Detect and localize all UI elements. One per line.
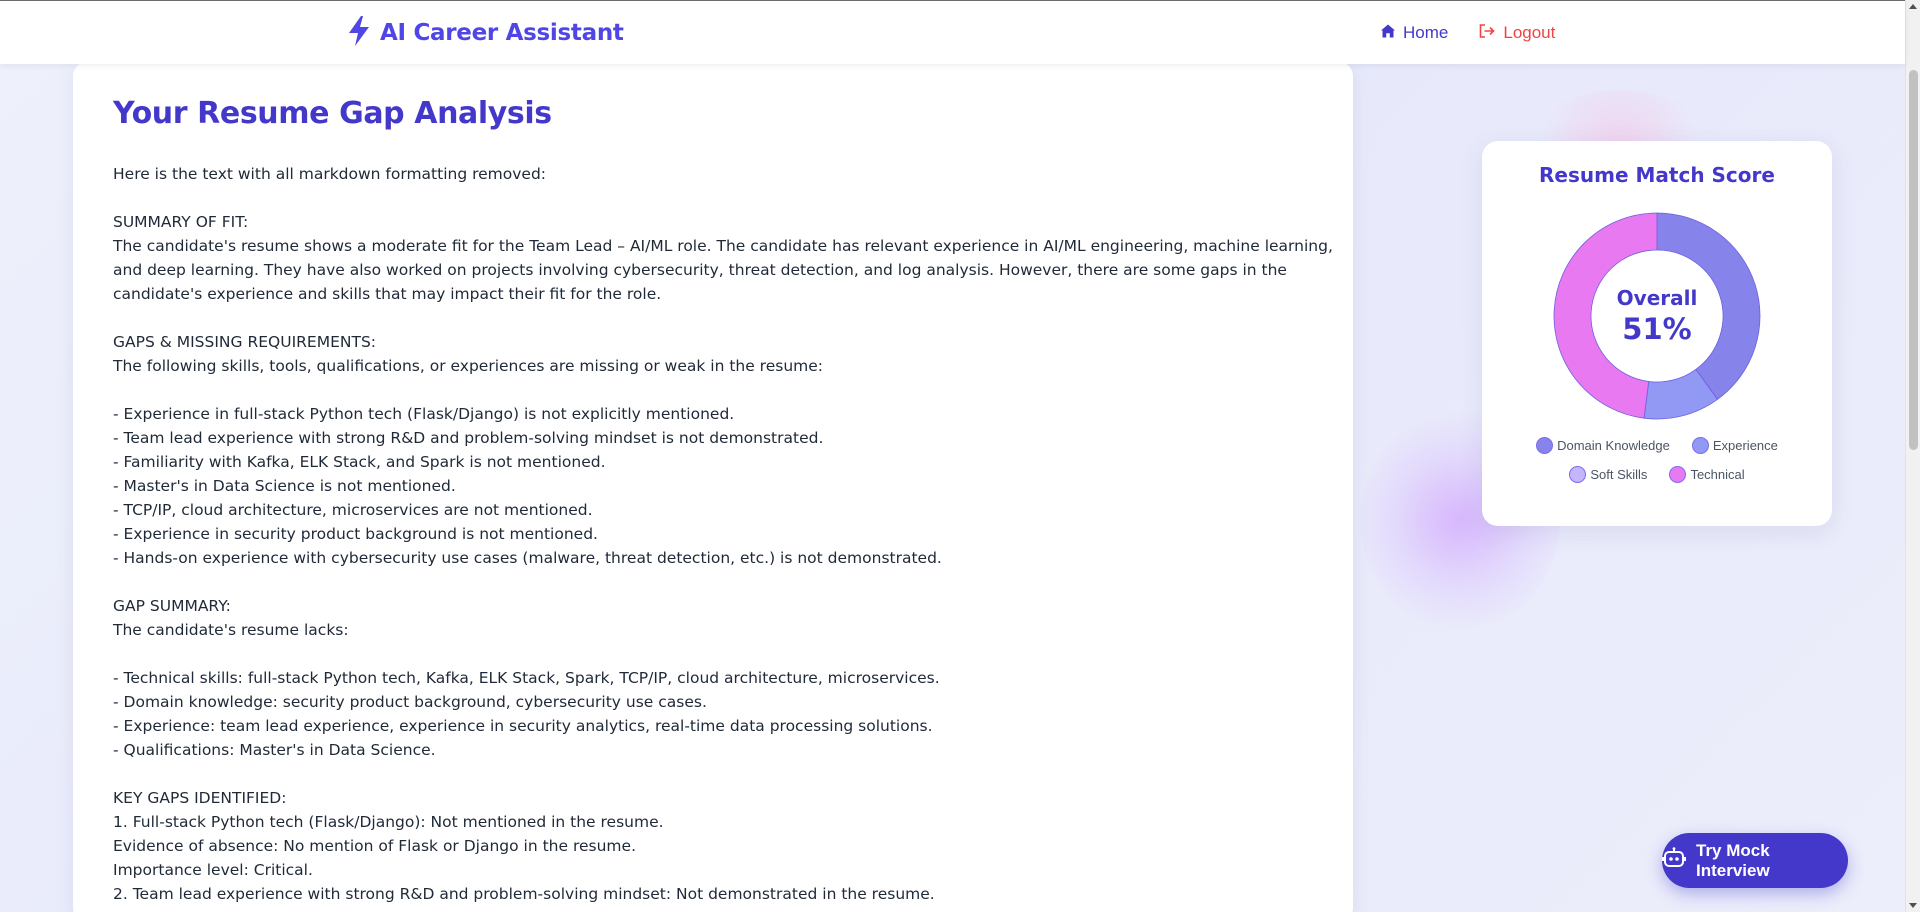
brand[interactable]: AI Career Assistant (346, 15, 624, 52)
analysis-line: SUMMARY OF FIT: (113, 213, 249, 231)
legend-item[interactable]: Technical (1669, 466, 1745, 483)
analysis-text: Here is the text with all markdown forma… (113, 162, 1333, 906)
analysis-line: Evidence of absence: No mention of Flask… (113, 837, 636, 855)
vertical-scrollbar[interactable] (1905, 0, 1920, 912)
gap-analysis-card: Your Resume Gap Analysis Here is the tex… (73, 62, 1353, 912)
analysis-line: - TCP/IP, cloud architecture, microservi… (113, 501, 593, 519)
lightning-icon (346, 15, 372, 52)
main-nav: Home Logout (1380, 21, 1555, 45)
legend-swatch (1669, 466, 1687, 483)
legend-swatch (1691, 437, 1709, 454)
nav-logout-label: Logout (1503, 23, 1556, 42)
analysis-line: - Hands-on experience with cybersecurity… (113, 549, 942, 567)
analysis-line: The candidate's resume lacks: (113, 621, 349, 639)
analysis-line: GAPS & MISSING REQUIREMENTS: (113, 333, 377, 351)
analysis-line: 2. Team lead experience with strong R&D … (113, 885, 935, 903)
robot-icon (1662, 847, 1686, 874)
nav-logout-link[interactable]: Logout (1478, 23, 1555, 44)
analysis-line: - Familiarity with Kafka, ELK Stack, and… (113, 453, 606, 471)
logout-icon (1478, 23, 1496, 44)
match-score-card: Resume Match Score Overall 51% Domain Kn… (1482, 141, 1832, 526)
analysis-line: Here is the text with all markdown forma… (113, 165, 547, 183)
legend-label: Domain Knowledge (1557, 438, 1670, 453)
nav-home-label: Home (1403, 23, 1449, 42)
analysis-line: GAP SUMMARY: (113, 597, 231, 615)
analysis-line: The following skills, tools, qualificati… (113, 357, 824, 375)
legend-label: Technical (1690, 467, 1745, 482)
analysis-line: Importance level: Critical. (113, 861, 313, 879)
analysis-line: - Qualifications: Master's in Data Scien… (113, 741, 436, 759)
analysis-line: - Experience in full-stack Python tech (… (113, 405, 735, 423)
donut-legend: Domain Knowledge Experience Soft Skills Tec… (1482, 437, 1832, 483)
analysis-line: - Master's in Data Science is not mentio… (113, 477, 456, 495)
analysis-line: - Team lead experience with strong R&D a… (113, 429, 824, 447)
home-icon (1380, 23, 1396, 44)
analysis-line: The candidate's resume shows a moderate … (113, 237, 1333, 255)
try-mock-interview-label: Try Mock Interview (1696, 840, 1770, 880)
overall-label: Overall (1616, 286, 1698, 310)
legend-item[interactable]: Domain Knowledge (1536, 437, 1670, 454)
legend-item[interactable]: Soft Skills (1569, 466, 1647, 483)
donut-center: Overall 51% (1552, 211, 1762, 421)
legend-item[interactable]: Experience (1691, 437, 1778, 454)
legend-label: Soft Skills (1590, 467, 1648, 482)
legend-label: Experience (1712, 438, 1778, 453)
score-card-title: Resume Match Score (1539, 163, 1775, 187)
brand-title: AI Career Assistant (380, 20, 624, 46)
page-title: Your Resume Gap Analysis (113, 96, 552, 131)
scrollbar-thumb[interactable] (1909, 70, 1918, 450)
overall-score-value: 51% (1622, 312, 1692, 346)
try-mock-interview-button[interactable]: Try Mock Interview (1662, 833, 1848, 888)
scroll-down-arrow-icon[interactable] (1909, 903, 1917, 908)
top-navbar: AI Career Assistant Home Logout (0, 0, 1905, 64)
analysis-line: candidate's experience and skills that m… (113, 285, 662, 303)
analysis-line: - Experience: team lead experience, expe… (113, 717, 933, 735)
legend-swatch (1569, 466, 1587, 483)
analysis-line: - Experience in security product backgro… (113, 525, 598, 543)
analysis-line: KEY GAPS IDENTIFIED: (113, 789, 287, 807)
nav-home-link[interactable]: Home (1380, 23, 1448, 44)
analysis-line: and deep learning. They have also worked… (113, 261, 1287, 279)
analysis-line: 1. Full-stack Python tech (Flask/Django)… (113, 813, 664, 831)
legend-swatch (1536, 437, 1554, 454)
analysis-line: - Technical skills: full-stack Python te… (113, 669, 940, 687)
scroll-up-arrow-icon[interactable] (1909, 4, 1917, 9)
analysis-line: - Domain knowledge: security product bac… (113, 693, 707, 711)
